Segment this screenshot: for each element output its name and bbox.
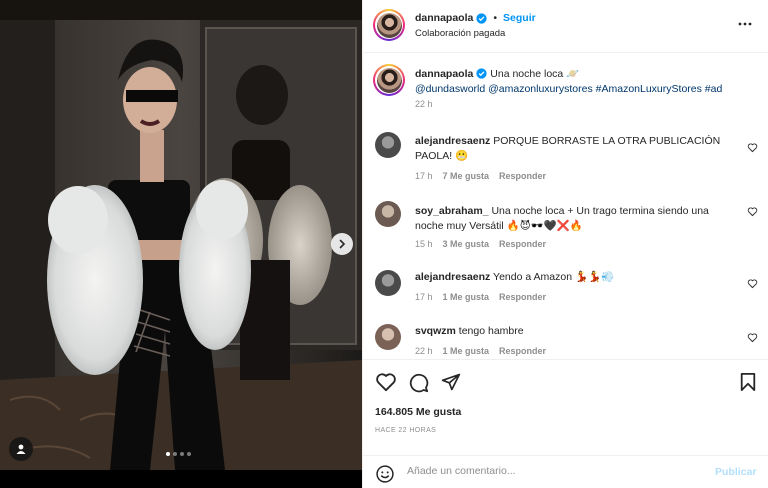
reply-button[interactable]: Responder [499, 346, 546, 356]
verified-icon [476, 12, 487, 24]
more-icon[interactable] [737, 16, 753, 32]
verified-icon [476, 68, 487, 79]
caption-time[interactable]: 22 h [415, 99, 433, 109]
comment-avatar[interactable] [375, 132, 401, 158]
heart-icon[interactable] [747, 332, 758, 343]
carousel-dot [166, 452, 170, 456]
tagged-people-button[interactable] [9, 437, 33, 461]
comment-username[interactable]: alejandresaenz [415, 271, 490, 283]
bookmark-icon[interactable] [739, 372, 757, 392]
comment-text: svqwzm tengo hambre [415, 324, 735, 339]
avatar[interactable] [373, 9, 405, 41]
post-media[interactable] [0, 0, 362, 488]
comment-likes[interactable]: 7 Me gusta [443, 171, 490, 181]
comment-text: alejandresaenz Yendo a Amazon 💃💃💨 [415, 270, 735, 285]
comment-time[interactable]: 22 h [415, 346, 433, 356]
follow-button[interactable]: Seguir [503, 12, 536, 24]
post-header: dannapaola • Seguir Colaboración pagada [363, 0, 768, 53]
caption-body: Una noche loca 🪐 [490, 68, 580, 80]
comment-body: tengo hambre [458, 325, 524, 337]
carousel-dot [180, 452, 184, 456]
comment-time[interactable]: 17 h [415, 171, 433, 181]
comment-username[interactable]: soy_abraham_ [415, 205, 489, 217]
heart-icon[interactable] [747, 142, 758, 153]
reply-button[interactable]: Responder [499, 239, 546, 249]
comment-username[interactable]: svqwzm [415, 325, 456, 337]
paid-partnership-label[interactable]: Colaboración pagada [415, 28, 505, 39]
comment-icon[interactable] [408, 372, 429, 393]
caption-text: dannapaola Una noche loca 🪐 @dundasworld… [415, 67, 755, 112]
share-icon[interactable] [441, 372, 461, 392]
comment-avatar[interactable] [375, 270, 401, 296]
comment-body: Yendo a Amazon 💃💃💨 [493, 271, 615, 283]
comment-avatar[interactable] [375, 201, 401, 227]
reply-button[interactable]: Responder [499, 171, 546, 181]
post-sidebar: dannapaola • Seguir Colaboración pagada … [362, 0, 768, 488]
post-author: dannapaola • Seguir [415, 12, 536, 24]
comment-time[interactable]: 17 h [415, 292, 433, 302]
author-username[interactable]: dannapaola [415, 12, 473, 24]
comment-input[interactable] [407, 465, 687, 477]
carousel-dot [187, 452, 191, 456]
emoji-icon[interactable] [375, 464, 395, 484]
carousel-dots [166, 452, 191, 456]
comment-text: alejandresaenz PORQUE BORRASTE LA OTRA P… [415, 134, 735, 164]
post-photo[interactable] [0, 0, 362, 470]
caption-tags[interactable]: @dundasworld @amazonluxurystores #Amazon… [415, 83, 722, 95]
comment-likes[interactable]: 1 Me gusta [443, 292, 490, 302]
separator-dot: • [493, 12, 498, 24]
comment-time[interactable]: 15 h [415, 239, 433, 249]
heart-icon[interactable] [747, 206, 758, 217]
comment-meta: 15 h 3 Me gusta Responder [415, 239, 546, 249]
carousel-dot [173, 452, 177, 456]
likes-count[interactable]: 164.805 Me gusta [375, 406, 461, 418]
next-slide-button[interactable] [331, 233, 353, 255]
comment-composer: Publicar [363, 455, 768, 488]
reply-button[interactable]: Responder [499, 292, 546, 302]
comment-text: soy_abraham_ Una noche loca + Un trago t… [415, 204, 735, 234]
comment-likes[interactable]: 3 Me gusta [443, 239, 490, 249]
heart-icon[interactable] [747, 278, 758, 289]
publish-button[interactable]: Publicar [715, 466, 756, 478]
comment-avatar[interactable] [375, 324, 401, 350]
comment-meta: 17 h 7 Me gusta Responder [415, 171, 546, 181]
tag-person-icon [16, 444, 26, 454]
comment-meta: 17 h 1 Me gusta Responder [415, 292, 546, 302]
caption-author[interactable]: dannapaola [415, 68, 473, 80]
comment-meta: 22 h 1 Me gusta Responder [415, 346, 546, 356]
post-timestamp[interactable]: HACE 22 HORAS [375, 427, 436, 434]
heart-icon[interactable] [375, 372, 397, 392]
post-actions: 164.805 Me gusta HACE 22 HORAS Publicar [363, 359, 768, 488]
caption-avatar[interactable] [373, 64, 405, 96]
comment-likes[interactable]: 1 Me gusta [443, 346, 490, 356]
comment-username[interactable]: alejandresaenz [415, 135, 490, 147]
chevron-right-icon [339, 239, 346, 249]
